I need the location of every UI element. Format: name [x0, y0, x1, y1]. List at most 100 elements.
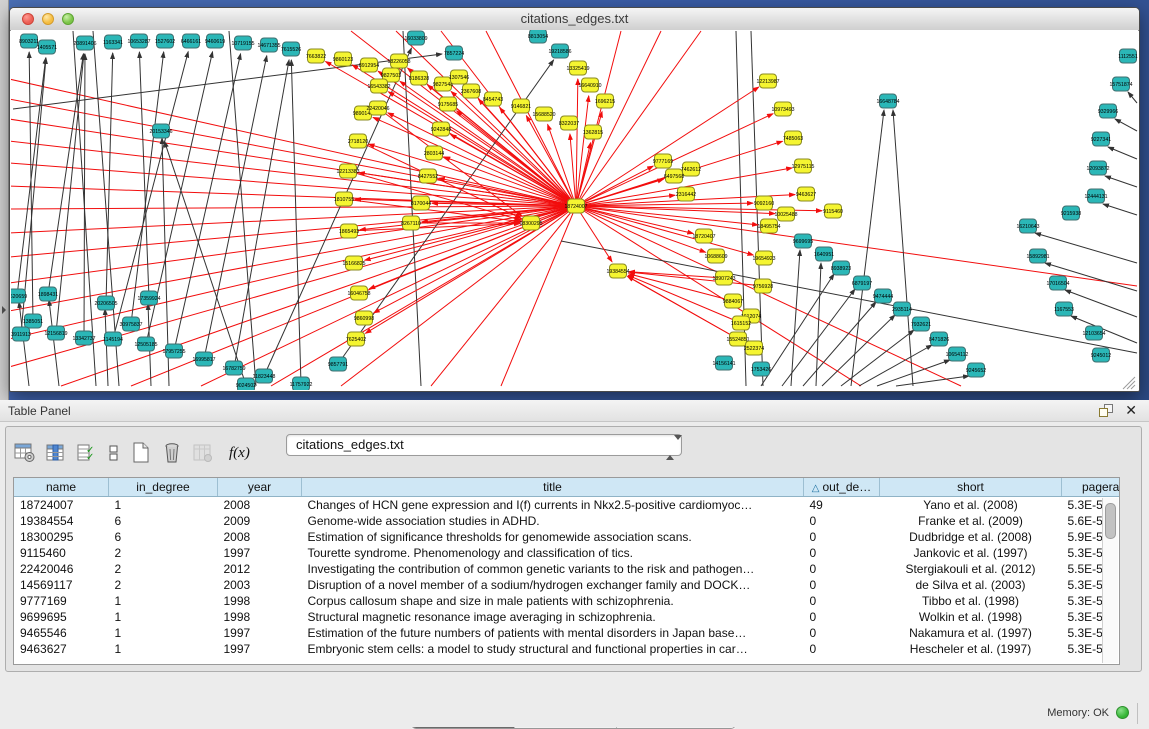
table-cell[interactable]: 0: [804, 609, 880, 625]
graph-node[interactable]: 7615526: [281, 42, 301, 56]
table-cell[interactable]: 19384554: [14, 513, 109, 529]
graph-edge[interactable]: [501, 206, 576, 386]
column-header-pagerank[interactable]: pagerank: [1062, 478, 1121, 497]
table-cell[interactable]: 0: [804, 577, 880, 593]
graph-edge[interactable]: [234, 60, 289, 368]
column-header-in_degree[interactable]: in_degree: [109, 478, 218, 497]
table-cell[interactable]: 14569117: [14, 577, 109, 593]
graph-edge[interactable]: [56, 54, 84, 333]
graph-node[interactable]: 12975115: [792, 159, 815, 173]
table-cell[interactable]: Corpus callosum shape and size in male p…: [302, 593, 804, 609]
table-cell[interactable]: 0: [804, 593, 880, 609]
graph-node[interactable]: 10654112: [946, 347, 969, 361]
table-cell[interactable]: 9463627: [14, 641, 109, 657]
graph-edge[interactable]: [139, 52, 149, 298]
graph-node[interactable]: 9756928: [753, 279, 773, 293]
table-cell[interactable]: 6: [109, 513, 218, 529]
graph-node[interactable]: 16543382: [367, 79, 390, 93]
graph-node[interactable]: 2718120: [348, 134, 368, 148]
node-table[interactable]: namein_degreeyeartitle△out_de…shortpager…: [13, 477, 1120, 665]
graph-node[interactable]: 9242848: [431, 122, 451, 136]
graph-edge[interactable]: [17, 58, 46, 296]
table-cell[interactable]: Nakamura et al. (1997): [880, 625, 1062, 641]
graph-node[interactable]: 22420046: [366, 101, 389, 115]
graph-edge[interactable]: [1035, 233, 1137, 263]
graph-edge[interactable]: [1065, 290, 1137, 317]
graph-node[interactable]: 10025488: [774, 207, 797, 221]
graph-node[interactable]: 6466161: [181, 34, 201, 48]
table-row[interactable]: 911546021997Tourette syndrome. Phenomeno…: [14, 545, 1120, 561]
graph-node[interactable]: 1615152: [731, 316, 751, 330]
graph-edge[interactable]: [48, 54, 83, 294]
table-cell[interactable]: Franke et al. (2009): [880, 513, 1062, 529]
graph-node[interactable]: 2620659: [11, 289, 27, 303]
new-column-button[interactable]: [128, 439, 154, 467]
graph-edge[interactable]: [264, 48, 411, 376]
table-cell[interactable]: 0: [804, 561, 880, 577]
table-cell[interactable]: Disruption of a novel member of a sodium…: [302, 577, 804, 593]
table-cell[interactable]: de Silva et al. (2003): [880, 577, 1062, 593]
graph-node[interactable]: 8454743: [483, 92, 503, 106]
graph-node[interactable]: 7932621: [911, 317, 931, 331]
table-row[interactable]: 1456911722003Disruption of a novel membe…: [14, 577, 1120, 593]
row-height-button[interactable]: [105, 439, 123, 467]
table-cell[interactable]: 1: [109, 497, 218, 514]
graph-node[interactable]: 7663822: [306, 49, 326, 63]
table-cell[interactable]: 1998: [218, 593, 302, 609]
graph-node[interactable]: 14671355: [257, 38, 280, 52]
graph-edge[interactable]: [1115, 119, 1137, 131]
graph-node[interactable]: 18495754: [757, 219, 780, 233]
graph-node[interactable]: 1810755: [334, 192, 354, 206]
graph-node[interactable]: 16640910: [578, 78, 601, 92]
graph-node[interactable]: 9024502: [236, 378, 256, 390]
graph-node[interactable]: 1362815: [583, 125, 603, 139]
table-cell[interactable]: 1997: [218, 641, 302, 657]
graph-edge[interactable]: [11, 206, 576, 367]
table-settings-button[interactable]: [12, 439, 38, 467]
graph-node[interactable]: 1163341: [103, 35, 123, 49]
resize-grip-icon[interactable]: [1123, 377, 1135, 389]
graph-node[interactable]: 7625402: [346, 332, 366, 346]
graph-node[interactable]: 15166825: [342, 256, 365, 270]
graph-node[interactable]: 8427552: [418, 169, 438, 183]
graph-edge[interactable]: [1105, 176, 1137, 187]
table-cell[interactable]: Changes of HCN gene expression and I(f) …: [302, 497, 804, 514]
table-cell[interactable]: 2012: [218, 561, 302, 577]
graph-node[interactable]: 9227341: [1091, 132, 1111, 146]
graph-node[interactable]: 9329966: [1098, 104, 1118, 118]
graph-node[interactable]: 20206505: [94, 296, 117, 310]
graph-edge[interactable]: [431, 206, 576, 386]
graph-node[interactable]: 10719155: [231, 36, 254, 50]
table-cell[interactable]: Tibbo et al. (1998): [880, 593, 1062, 609]
table-cell[interactable]: 18300295: [14, 529, 109, 545]
table-cell[interactable]: 9115460: [14, 545, 109, 561]
table-cell[interactable]: 1: [109, 609, 218, 625]
graph-edge[interactable]: [1103, 204, 1137, 215]
graph-edge[interactable]: [11, 206, 576, 339]
graph-edge[interactable]: [291, 60, 301, 384]
graph-node[interactable]: 17016504: [1046, 276, 1069, 290]
table-row[interactable]: 1830029562008Estimation of significance …: [14, 529, 1120, 545]
network-canvas[interactable]: 8903211140557120891406116334110653287152…: [11, 30, 1138, 390]
graph-edge[interactable]: [229, 31, 256, 386]
graph-node[interactable]: 8322037: [559, 116, 579, 130]
graph-node[interactable]: 18720407: [692, 229, 715, 243]
table-cell[interactable]: 0: [804, 641, 880, 657]
table-selector-dropdown[interactable]: citations_edges.txt: [286, 434, 682, 456]
graph-edge[interactable]: [84, 54, 85, 338]
float-window-icon[interactable]: [1099, 404, 1113, 417]
graph-edge[interactable]: [49, 300, 59, 386]
table-cell[interactable]: 22420046: [14, 561, 109, 577]
table-cell[interactable]: 2003: [218, 577, 302, 593]
table-cell[interactable]: 49: [804, 497, 880, 514]
select-columns-button[interactable]: ✓ ✓: [74, 439, 100, 467]
table-cell[interactable]: 2008: [218, 529, 302, 545]
graph-node[interactable]: 9175685: [438, 97, 458, 111]
graph-node[interactable]: 12103654: [1082, 326, 1105, 340]
graph-edge[interactable]: [1071, 316, 1137, 343]
graph-node[interactable]: 9245012: [1091, 348, 1111, 362]
graph-edge[interactable]: [271, 206, 576, 386]
graph-node[interactable]: 12093872: [1086, 161, 1109, 175]
table-cell[interactable]: 0: [804, 625, 880, 641]
graph-node[interactable]: 18226058: [387, 54, 410, 68]
